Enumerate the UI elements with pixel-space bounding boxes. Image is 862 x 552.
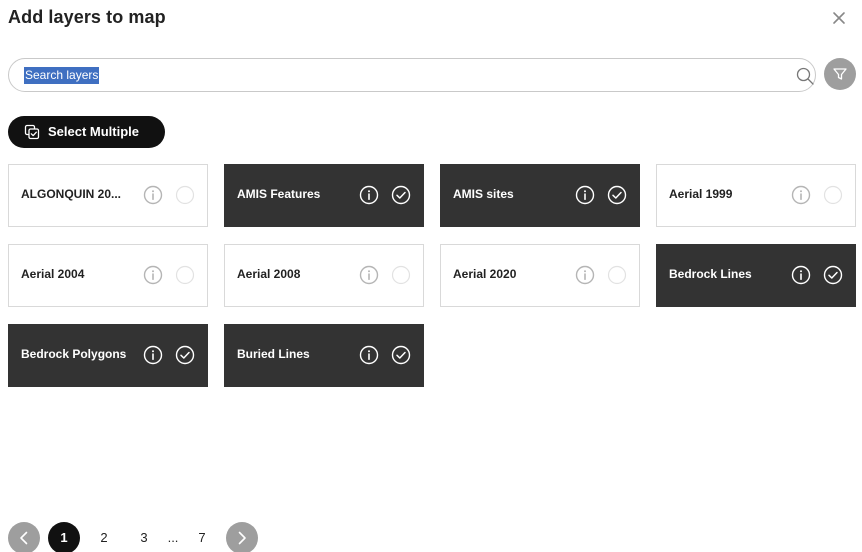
page-2-button[interactable]: 2	[88, 522, 120, 552]
layer-card[interactable]: AMIS sites	[440, 164, 640, 227]
info-icon[interactable]	[359, 345, 379, 365]
check-circle-icon[interactable]	[823, 265, 843, 285]
layer-card[interactable]: Bedrock Lines	[656, 244, 856, 307]
check-circle-icon[interactable]	[391, 345, 411, 365]
next-page-button[interactable]	[226, 522, 258, 552]
info-icon[interactable]	[143, 185, 163, 205]
close-button[interactable]	[830, 9, 848, 27]
layer-card-label: AMIS Features	[237, 187, 321, 201]
layer-card[interactable]: Buried Lines	[224, 324, 424, 387]
layer-card-label: Aerial 2004	[21, 267, 85, 281]
chevron-right-icon	[238, 531, 246, 545]
chevron-left-icon	[20, 531, 28, 545]
layer-card[interactable]: Aerial 2008	[224, 244, 424, 307]
layer-card-label: Aerial 1999	[669, 187, 733, 201]
info-icon[interactable]	[359, 265, 379, 285]
layer-card[interactable]: AMIS Features	[224, 164, 424, 227]
layer-card-label: Buried Lines	[237, 347, 310, 361]
check-circle-icon[interactable]	[607, 185, 627, 205]
close-icon	[833, 12, 845, 24]
layer-card-label: Aerial 2020	[453, 267, 517, 281]
page-ellipsis: ...	[167, 530, 179, 545]
multi-select-icon	[24, 124, 40, 140]
search-input[interactable]: Search layers	[24, 67, 100, 84]
layer-card-label: Bedrock Lines	[669, 267, 752, 281]
empty-circle-icon[interactable]	[175, 265, 195, 285]
empty-circle-icon[interactable]	[607, 265, 627, 285]
page-7-button[interactable]: 7	[186, 522, 218, 552]
info-icon[interactable]	[143, 265, 163, 285]
layer-card[interactable]: Aerial 2004	[8, 244, 208, 307]
empty-circle-icon[interactable]	[391, 265, 411, 285]
layer-card-label: Bedrock Polygons	[21, 347, 127, 361]
layer-card[interactable]: Aerial 1999	[656, 164, 856, 227]
layer-card[interactable]: Bedrock Polygons	[8, 324, 208, 387]
info-icon[interactable]	[143, 345, 163, 365]
info-icon[interactable]	[575, 265, 595, 285]
filter-icon	[833, 68, 847, 80]
page-1-button[interactable]: 1	[48, 522, 80, 552]
layer-card-label: Aerial 2008	[237, 267, 301, 281]
select-multiple-label: Select Multiple	[48, 124, 140, 139]
layer-card-label: AMIS sites	[453, 187, 514, 201]
layer-card-label: ALGONQUIN 20...	[21, 187, 122, 201]
filter-button[interactable]	[824, 58, 856, 90]
layer-card[interactable]: Aerial 2020	[440, 244, 640, 307]
add-layers-dialog: Add layers to map Search layers Select M…	[0, 0, 862, 552]
layer-card[interactable]: ALGONQUIN 20...	[8, 164, 208, 227]
info-icon[interactable]	[791, 265, 811, 285]
info-icon[interactable]	[359, 185, 379, 205]
info-icon[interactable]	[575, 185, 595, 205]
search-box: Search layers	[8, 58, 816, 92]
check-circle-icon[interactable]	[391, 185, 411, 205]
empty-circle-icon[interactable]	[175, 185, 195, 205]
dialog-title: Add layers to map	[8, 7, 166, 27]
info-icon[interactable]	[791, 185, 811, 205]
search-icon[interactable]	[795, 66, 815, 86]
empty-circle-icon[interactable]	[823, 185, 843, 205]
previous-page-button[interactable]	[8, 522, 40, 552]
page-3-button[interactable]: 3	[128, 522, 160, 552]
check-circle-icon[interactable]	[175, 345, 195, 365]
select-multiple-button[interactable]: Select Multiple	[8, 116, 165, 148]
